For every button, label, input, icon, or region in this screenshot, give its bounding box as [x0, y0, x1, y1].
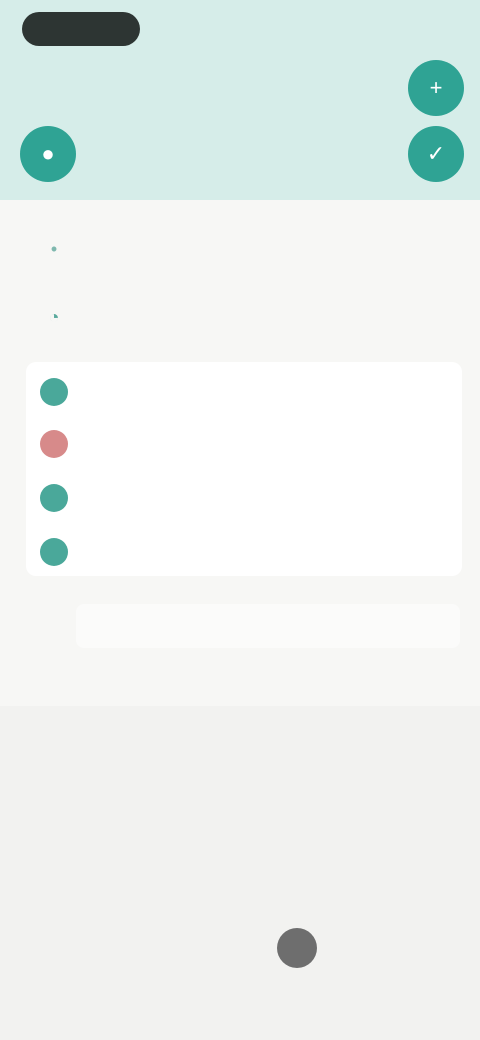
add-button[interactable]: + [408, 60, 464, 116]
category-dot-icon [40, 378, 68, 406]
keypad-key[interactable] [14, 920, 124, 976]
status-pill [22, 12, 140, 46]
keypad-key[interactable] [128, 726, 238, 782]
keypad-key[interactable] [128, 856, 238, 912]
wallet-icon: ◔ [48, 306, 60, 327]
keypad-key[interactable] [242, 726, 352, 782]
category-item[interactable] [40, 478, 440, 518]
keypad-key[interactable] [356, 856, 466, 912]
status-right-text [348, 18, 444, 40]
keypad-confirm-key[interactable] [242, 920, 352, 976]
category-item[interactable] [40, 532, 440, 572]
category-item[interactable] [40, 372, 440, 412]
plus-icon: + [429, 75, 443, 100]
keypad-key[interactable] [128, 792, 238, 848]
category-button[interactable]: ● [20, 126, 76, 182]
note-input[interactable] [76, 604, 460, 648]
keypad-key[interactable] [242, 856, 352, 912]
keypad-key[interactable] [356, 920, 466, 976]
category-dot-icon [40, 538, 68, 566]
number-keypad [0, 706, 480, 1040]
amount-row[interactable]: • [0, 222, 480, 276]
keypad-key[interactable] [242, 792, 352, 848]
confirm-button[interactable]: ✓ [408, 126, 464, 182]
info-icon: • [50, 238, 58, 259]
account-row[interactable]: ◔ [0, 290, 480, 344]
header-side-label [316, 142, 396, 162]
keypad-key[interactable] [128, 920, 238, 976]
category-dot-icon [40, 430, 68, 458]
category-card [26, 362, 462, 576]
category-dot-icon [40, 484, 68, 512]
category-icon: ● [41, 141, 55, 166]
keypad-key[interactable] [356, 792, 466, 848]
keypad-key[interactable] [356, 726, 466, 782]
check-icon: ✓ [426, 141, 446, 166]
header: + ✓ ● [0, 0, 480, 200]
keypad-confirm-badge [277, 928, 317, 968]
keypad-key[interactable] [14, 792, 124, 848]
keypad-key[interactable] [14, 856, 124, 912]
keypad-key[interactable] [14, 726, 124, 782]
category-item[interactable] [40, 424, 440, 464]
